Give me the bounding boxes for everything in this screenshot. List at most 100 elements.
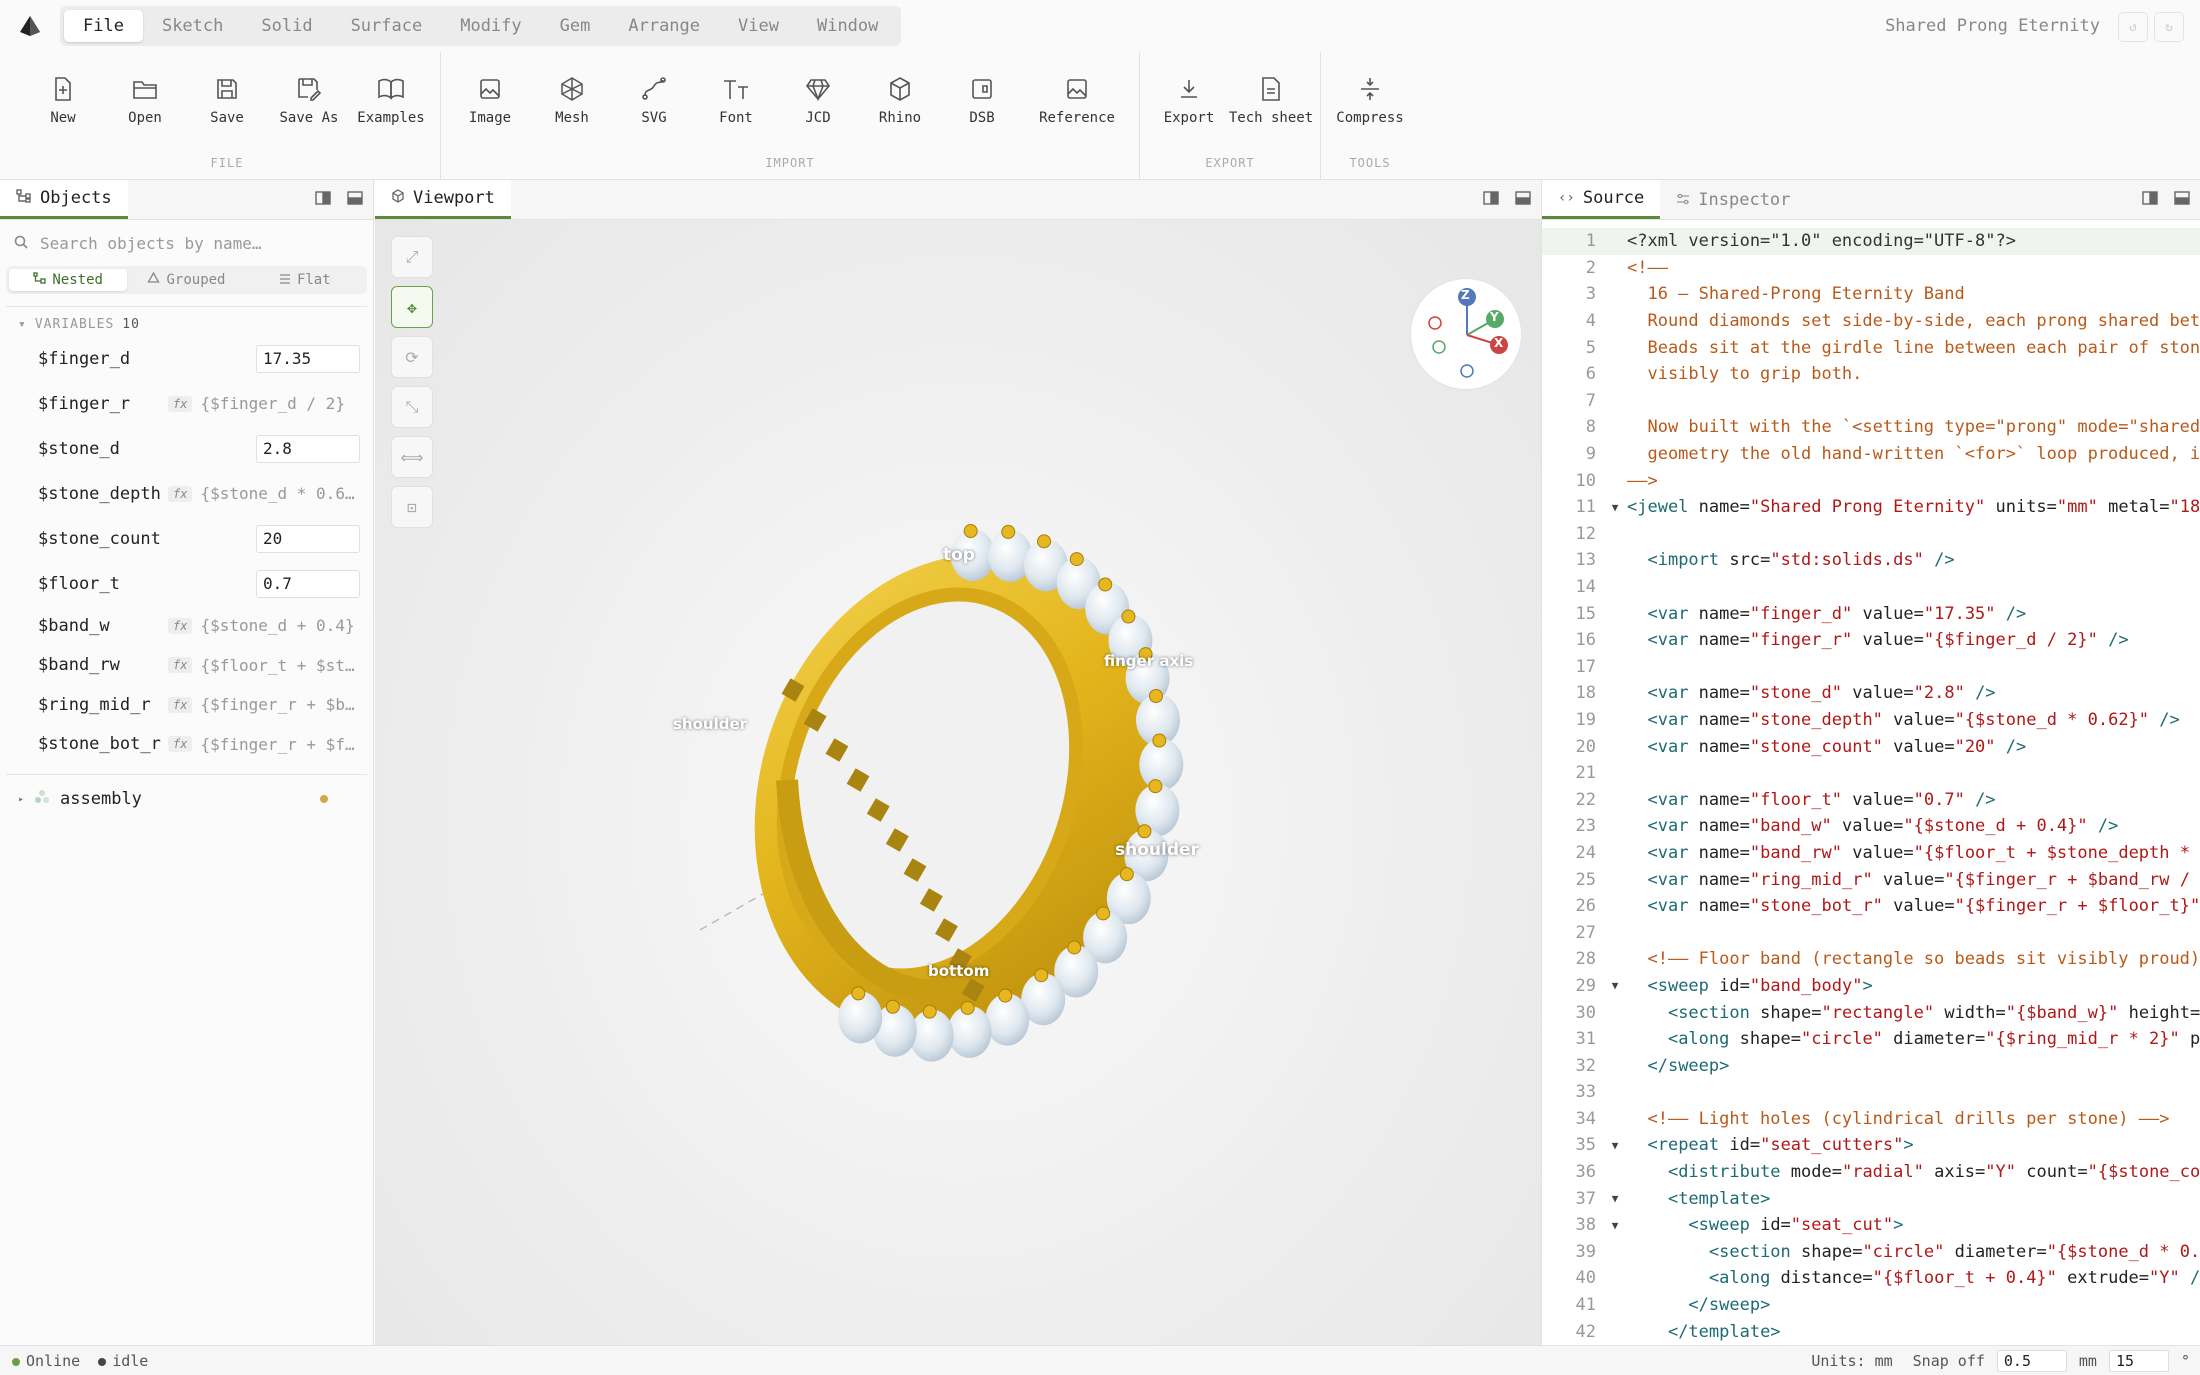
code-line[interactable]: 22 <var name="floor_t" value="0.7" /> (1542, 786, 2200, 813)
code-line[interactable]: 15 <var name="finger_d" value="17.35" /> (1542, 600, 2200, 627)
code-line[interactable]: 28 <!—— Floor band (rectangle so beads s… (1542, 946, 2200, 973)
variable-value-input[interactable]: 0.7 (256, 569, 360, 598)
menu-window[interactable]: Window (798, 10, 897, 42)
variables-section-header[interactable]: ▾ VARIABLES 10 (0, 307, 373, 336)
ring-model[interactable] (375, 220, 1541, 1345)
split-horizontal-icon[interactable] (347, 190, 363, 206)
menu-gem[interactable]: Gem (541, 10, 610, 42)
code-line[interactable]: 30 <section shape="rectangle" width="{$b… (1542, 999, 2200, 1026)
menu-file[interactable]: File (64, 10, 143, 42)
code-line[interactable]: 29 ▼ <sweep id="band_body"> (1542, 973, 2200, 1000)
code-line[interactable]: 19 <var name="stone_depth" value="{$ston… (1542, 707, 2200, 734)
variable-value-input[interactable]: 20 (256, 524, 360, 553)
code-line[interactable]: 8 Now built with the `<setting type="pro… (1542, 414, 2200, 441)
code-line[interactable]: 38 ▼ <sweep id="seat_cut"> (1542, 1212, 2200, 1239)
code-line[interactable]: 13 <import src="std:solids.ds" /> (1542, 547, 2200, 574)
variable-row[interactable]: $finger_d 17.35 (0, 336, 373, 381)
menu-solid[interactable]: Solid (242, 10, 331, 42)
undo-button[interactable]: ↺ (2118, 12, 2148, 42)
tab-viewport[interactable]: Viewport (375, 180, 511, 219)
code-line[interactable]: 21 (1542, 760, 2200, 787)
code-line[interactable]: 31 <along shape="circle" diameter="{$rin… (1542, 1026, 2200, 1053)
code-line[interactable]: 16 <var name="finger_r" value="{$finger_… (1542, 627, 2200, 654)
fold-toggle[interactable]: ▼ (1604, 501, 1626, 514)
search-input[interactable]: Search objects by name… (40, 234, 262, 253)
code-line[interactable]: 36 <distribute mode="radial" axis="Y" co… (1542, 1159, 2200, 1186)
tab-source[interactable]: ‹› Source (1542, 180, 1661, 219)
variable-expression[interactable]: fx {$floor_t + $st… (168, 656, 364, 675)
variable-row[interactable]: $stone_bot_r fx {$finger_r + $f… (0, 725, 373, 765)
split-horizontal-icon[interactable] (1515, 190, 1531, 206)
code-line[interactable]: 23 <var name="band_w" value="{$stone_d +… (1542, 813, 2200, 840)
snap-toggle[interactable]: Snap off (1913, 1352, 1985, 1370)
variable-value-input[interactable]: 2.8 (256, 434, 360, 463)
menu-sketch[interactable]: Sketch (143, 10, 242, 42)
code-line[interactable]: 37 ▼ <template> (1542, 1185, 2200, 1212)
code-line[interactable]: 7 (1542, 388, 2200, 415)
code-line[interactable]: 2 <!—— (1542, 255, 2200, 282)
menu-surface[interactable]: Surface (332, 10, 442, 42)
variable-row[interactable]: $floor_t 0.7 (0, 561, 373, 606)
tree-item-assembly[interactable]: ▸ assembly (0, 781, 373, 817)
variable-row[interactable]: $stone_depth fx {$stone_d * 0.6… (0, 471, 373, 516)
code-line[interactable]: 5 Beads sit at the girdle line between e… (1542, 334, 2200, 361)
object-search[interactable]: Search objects by name… (0, 220, 373, 266)
code-line[interactable]: 40 <along distance="{$floor_t + 0.4}" ex… (1542, 1265, 2200, 1292)
code-editor[interactable]: 1 <?xml version="1.0" encoding="UTF-8"?> 2… (1542, 228, 2200, 1345)
menu-modify[interactable]: Modify (441, 10, 540, 42)
code-line[interactable]: 42 </template> (1542, 1318, 2200, 1345)
fold-toggle[interactable]: ▼ (1604, 1139, 1626, 1152)
split-vertical-icon[interactable] (315, 190, 331, 206)
code-line[interactable]: 10 ——> (1542, 467, 2200, 494)
fold-toggle[interactable]: ▼ (1604, 1219, 1626, 1232)
code-line[interactable]: 4 Round diamonds set side-by-side, each … (1542, 308, 2200, 335)
variable-row[interactable]: $stone_count 20 (0, 516, 373, 561)
variable-expression[interactable]: fx {$finger_d / 2} (168, 394, 364, 413)
variable-expression[interactable]: fx {$stone_d + 0.4} (168, 616, 364, 635)
code-line[interactable]: 14 (1542, 574, 2200, 601)
fold-toggle[interactable]: ▼ (1604, 979, 1626, 992)
code-line[interactable]: 26 <var name="stone_bot_r" value="{$fing… (1542, 893, 2200, 920)
code-line[interactable]: 18 <var name="stone_d" value="2.8" /> (1542, 680, 2200, 707)
code-line[interactable]: 12 (1542, 521, 2200, 548)
split-vertical-icon[interactable] (2142, 190, 2158, 206)
code-line[interactable]: 24 <var name="band_rw" value="{$floor_t … (1542, 840, 2200, 867)
variable-row[interactable]: $stone_d 2.8 (0, 426, 373, 471)
menu-view[interactable]: View (719, 10, 798, 42)
code-line[interactable]: 9 geometry the old hand-written `<for>` … (1542, 441, 2200, 468)
code-line[interactable]: 34 <!—— Light holes (cylindrical drills … (1542, 1106, 2200, 1133)
tab-objects[interactable]: Objects (0, 180, 128, 219)
redo-button[interactable]: ↻ (2154, 12, 2184, 42)
tab-nested[interactable]: Nested (9, 269, 128, 291)
tab-flat[interactable]: Flat (246, 269, 364, 291)
fold-toggle[interactable]: ▼ (1604, 1192, 1626, 1205)
split-vertical-icon[interactable] (1483, 190, 1499, 206)
tab-inspector[interactable]: Inspector (1660, 180, 1806, 219)
variable-row[interactable]: $ring_mid_r fx {$finger_r + $b… (0, 685, 373, 725)
code-line[interactable]: 25 <var name="ring_mid_r" value="{$finge… (1542, 866, 2200, 893)
variable-row[interactable]: $finger_r fx {$finger_d / 2} (0, 381, 373, 426)
variable-row[interactable]: $band_w fx {$stone_d + 0.4} (0, 606, 373, 646)
snap-distance-input[interactable]: 0.5 (1996, 1350, 2067, 1372)
code-line[interactable]: 32 </sweep> (1542, 1052, 2200, 1079)
tab-grouped[interactable]: Grouped (127, 269, 245, 291)
code-line[interactable]: 17 (1542, 654, 2200, 681)
code-line[interactable]: 11 ▼ <jewel name="Shared Prong Eternity" u… (1542, 494, 2200, 521)
snap-angle-input[interactable]: 15 (2108, 1350, 2169, 1372)
split-horizontal-icon[interactable] (2174, 190, 2190, 206)
orientation-gizmo[interactable]: Z Y X (1410, 278, 1522, 390)
variable-expression[interactable]: fx {$finger_r + $b… (168, 695, 364, 714)
code-line[interactable]: 20 <var name="stone_count" value="20" /> (1542, 733, 2200, 760)
code-line[interactable]: 35 ▼ <repeat id="seat_cutters"> (1542, 1132, 2200, 1159)
code-line[interactable]: 39 <section shape="circle" diameter="{$s… (1542, 1239, 2200, 1266)
code-line[interactable]: 33 (1542, 1079, 2200, 1106)
variable-expression[interactable]: fx {$finger_r + $f… (168, 735, 364, 754)
code-line[interactable]: 41 </sweep> (1542, 1292, 2200, 1319)
menu-arrange[interactable]: Arrange (609, 10, 719, 42)
code-line[interactable]: 27 (1542, 919, 2200, 946)
code-line[interactable]: 3 16 — Shared-Prong Eternity Band (1542, 281, 2200, 308)
variable-expression[interactable]: fx {$stone_d * 0.6… (168, 484, 364, 503)
variable-value-input[interactable]: 17.35 (256, 344, 360, 373)
code-line[interactable]: 1 <?xml version="1.0" encoding="UTF-8"?> (1542, 228, 2200, 255)
code-line[interactable]: 6 visibly to grip both. (1542, 361, 2200, 388)
